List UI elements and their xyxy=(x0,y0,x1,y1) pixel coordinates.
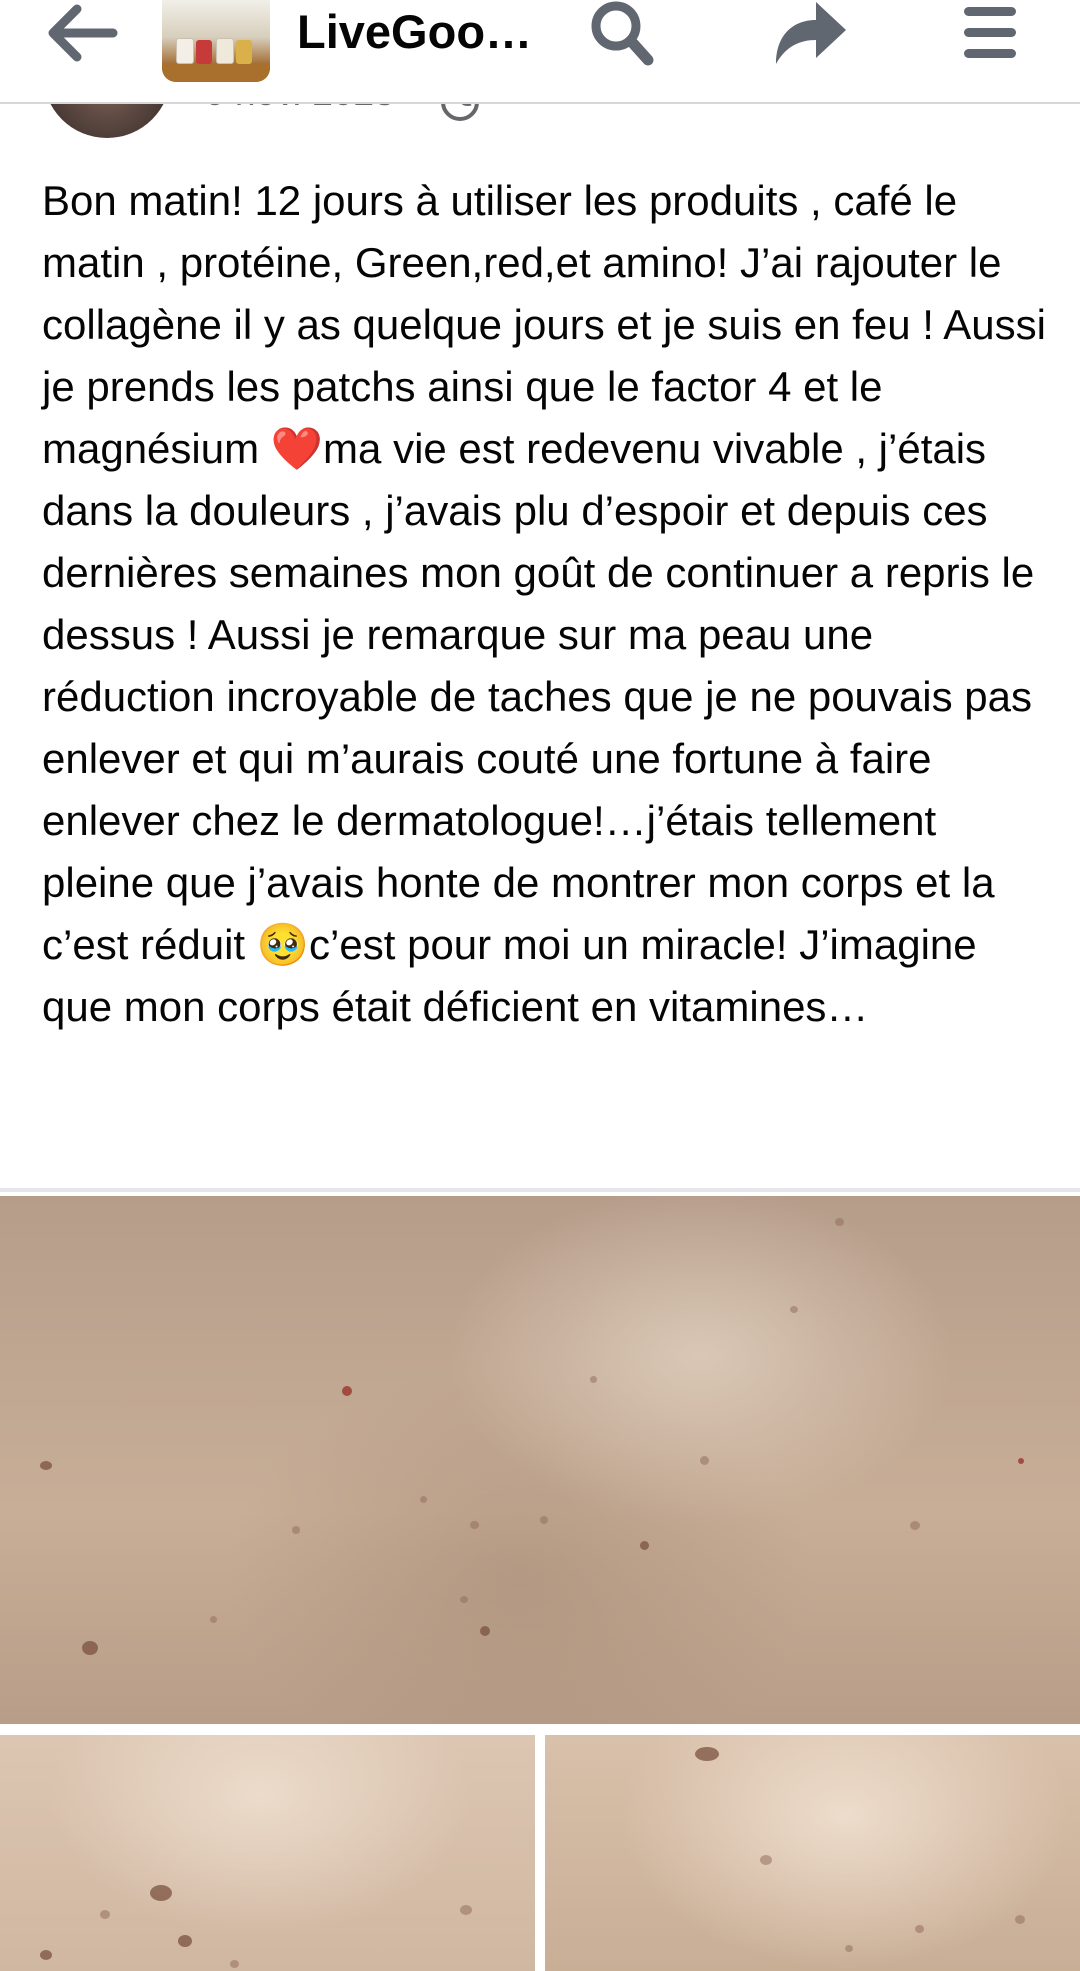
divider xyxy=(0,1188,1080,1192)
post-photo-main[interactable] xyxy=(0,1196,1080,1724)
group-name[interactable]: LiveGoo… xyxy=(297,0,537,64)
share-arrow-icon xyxy=(776,2,846,64)
share-button[interactable] xyxy=(766,0,850,66)
post-photo-left[interactable] xyxy=(0,1735,535,1971)
menu-button[interactable] xyxy=(948,0,1032,66)
group-avatar[interactable] xyxy=(162,0,270,82)
arrow-left-icon xyxy=(48,4,118,62)
top-app-bar: LiveGoo… xyxy=(0,0,1080,104)
search-button[interactable] xyxy=(580,0,664,66)
search-icon xyxy=(591,1,654,66)
back-button[interactable] xyxy=(40,0,122,66)
post-text: Bon matin! 12 jours à utiliser les produ… xyxy=(42,177,1046,1030)
post-photo-right[interactable] xyxy=(545,1735,1080,1971)
hamburger-menu-icon xyxy=(964,7,1016,58)
